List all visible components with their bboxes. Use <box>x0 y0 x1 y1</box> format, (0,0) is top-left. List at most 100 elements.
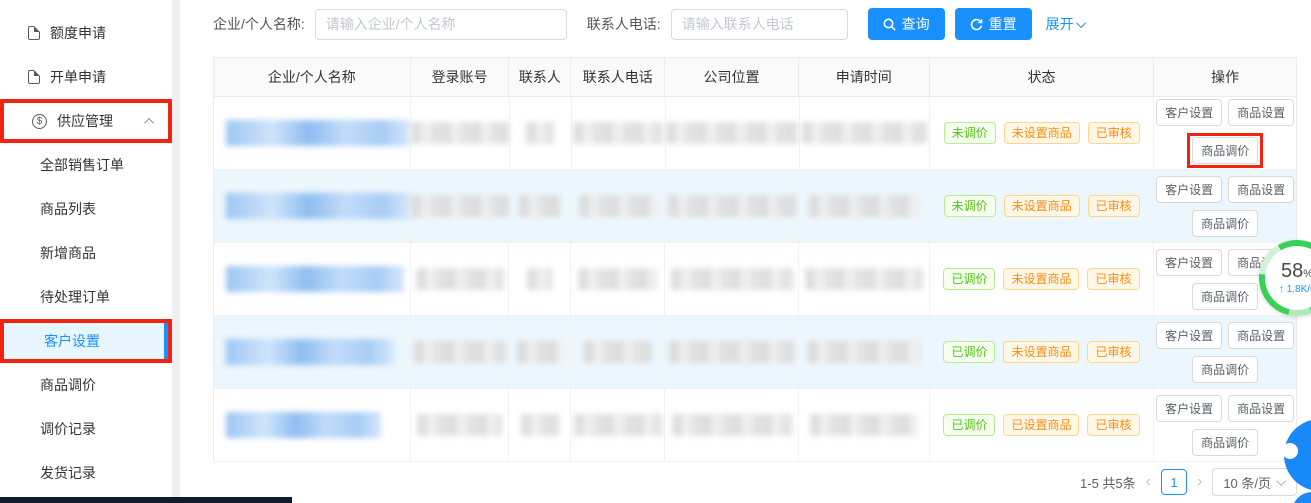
redacted-company-name <box>226 339 394 365</box>
filter-bar: 企业/个人名称: 联系人电话: 查询 重置 展开 <box>213 8 1086 40</box>
sidebar-scrollbar[interactable] <box>172 0 180 497</box>
redacted-company-location <box>668 195 796 217</box>
product-settings-button[interactable]: 商品设置 <box>1228 322 1294 349</box>
sidebar-item-1[interactable]: 开单申请 <box>0 55 172 99</box>
chevron-down-icon <box>1276 476 1286 486</box>
table-row: 已调价已设置商品已审核 客户设置商品设置 商品调价 <box>214 389 1296 462</box>
action-cell: 客户设置商品设置 商品调价 <box>1154 97 1296 169</box>
redacted-login-account <box>411 195 509 217</box>
table-row: 已调价未设置商品已审核 客户设置商品设置 商品调价 <box>214 316 1296 389</box>
product-reprice-button[interactable]: 商品调价 <box>1192 137 1258 164</box>
product-settings-button[interactable]: 商品设置 <box>1228 395 1294 422</box>
status-badge: 未设置商品 <box>1004 122 1080 144</box>
document-icon <box>28 70 40 84</box>
sidebar-item-3[interactable]: 全部销售订单 <box>0 143 172 187</box>
column-header-2: 联系人 <box>509 58 571 96</box>
column-header-7: 操作 <box>1154 58 1296 96</box>
chat-icon <box>1282 443 1298 459</box>
annotation-highlight: 商品调价 <box>1187 133 1263 168</box>
product-settings-button[interactable]: 商品设置 <box>1228 176 1294 203</box>
status-badge: 已调价 <box>943 414 995 436</box>
company-name-input[interactable] <box>315 9 567 40</box>
redacted-contact-phone <box>584 341 652 363</box>
product-reprice-button[interactable]: 商品调价 <box>1192 210 1258 237</box>
product-reprice-button[interactable]: 商品调价 <box>1192 429 1258 456</box>
page-size-value: 10 条/页 <box>1223 473 1271 492</box>
customer-settings-button[interactable]: 客户设置 <box>1156 395 1222 422</box>
table-row: 未调价未设置商品已审核 客户设置商品设置 商品调价 <box>214 170 1296 243</box>
product-reprice-button[interactable]: 商品调价 <box>1192 356 1258 383</box>
column-header-1: 登录账号 <box>411 58 510 96</box>
redacted-apply-time <box>810 414 918 436</box>
sidebar-item-8[interactable]: 商品调价 <box>0 363 172 407</box>
customer-settings-button[interactable]: 客户设置 <box>1156 176 1222 203</box>
speed-rate: 1.8K/s <box>1287 284 1311 295</box>
status-badge: 已审核 <box>1088 195 1140 217</box>
table-row: 未调价未设置商品已审核 客户设置商品设置 商品调价 <box>214 97 1296 170</box>
contact-phone-label: 联系人电话: <box>587 14 661 34</box>
redacted-login-account <box>417 414 502 436</box>
sidebar-item-label: 新增商品 <box>40 243 96 263</box>
status-badge: 已审核 <box>1087 268 1139 290</box>
redacted-contact <box>527 268 552 290</box>
status-cell: 未调价未设置商品已审核 <box>930 97 1154 169</box>
product-reprice-button[interactable]: 商品调价 <box>1192 283 1258 310</box>
redacted-apply-time <box>809 195 919 217</box>
table-row: 已调价未设置商品已审核 客户设置商品设置 商品调价 <box>214 243 1296 316</box>
sidebar-item-0[interactable]: 额度申请 <box>0 11 172 55</box>
redacted-contact <box>519 195 561 217</box>
refresh-icon <box>970 18 983 31</box>
sidebar-item-label: 开单申请 <box>50 67 106 87</box>
company-name-label: 企业/个人名称: <box>213 14 305 34</box>
page-number-button[interactable]: 1 <box>1161 469 1187 495</box>
sidebar-menu: 额度申请 开单申请 $ 供应管理 全部销售订单 商品列表 新增商品 待处理订单 … <box>0 0 172 495</box>
column-header-4: 公司位置 <box>665 58 799 96</box>
customer-settings-button[interactable]: 客户设置 <box>1156 249 1222 276</box>
redacted-contact-phone <box>574 414 662 436</box>
search-icon <box>883 18 896 31</box>
redacted-company-name <box>226 266 404 292</box>
redacted-company-location <box>669 341 794 363</box>
customer-settings-button[interactable]: 客户设置 <box>1156 99 1222 126</box>
column-header-6: 状态 <box>930 58 1155 96</box>
action-cell: 客户设置商品设置 商品调价 <box>1154 170 1296 242</box>
redacted-company-location <box>666 122 799 144</box>
prev-page-button[interactable]: ‹ <box>1146 474 1151 490</box>
status-badge: 已调价 <box>943 268 995 290</box>
network-speed-dial: 58% ↑ 1.8K/s <box>1265 246 1311 310</box>
status-badge: 未设置商品 <box>1003 341 1079 363</box>
sidebar: 额度申请 开单申请 $ 供应管理 全部销售订单 商品列表 新增商品 待处理订单 … <box>0 0 172 497</box>
redacted-contact-phone <box>579 195 657 217</box>
redacted-login-account <box>416 268 504 290</box>
sidebar-item-label: 调价记录 <box>40 419 96 439</box>
money-icon: $ <box>32 114 47 129</box>
table-body: 未调价未设置商品已审核 客户设置商品设置 商品调价 未调价未设置商品已审核 客户… <box>214 97 1296 462</box>
expand-link[interactable]: 展开 <box>1046 14 1086 34</box>
sidebar-item-2[interactable]: $ 供应管理 <box>0 99 172 143</box>
sidebar-item-4[interactable]: 商品列表 <box>0 187 172 231</box>
reset-button-label: 重置 <box>989 14 1017 34</box>
sidebar-item-9[interactable]: 调价记录 <box>0 407 172 451</box>
sidebar-item-label: 发货记录 <box>40 463 96 483</box>
redacted-company-location <box>671 268 793 290</box>
status-badge: 未调价 <box>944 122 996 144</box>
sidebar-item-10[interactable]: 发货记录 <box>0 451 172 495</box>
page-size-select[interactable]: 10 条/页 <box>1212 468 1297 496</box>
status-badge: 未设置商品 <box>1004 195 1080 217</box>
status-cell: 已调价未设置商品已审核 <box>930 243 1155 315</box>
sidebar-item-5[interactable]: 新增商品 <box>0 231 172 275</box>
sidebar-item-6[interactable]: 待处理订单 <box>0 275 172 319</box>
table-header: 企业/个人名称登录账号联系人联系人电话公司位置申请时间状态操作 <box>214 57 1296 97</box>
contact-phone-input[interactable] <box>671 9 848 40</box>
next-page-button[interactable]: › <box>1197 474 1202 490</box>
redacted-apply-time <box>805 268 923 290</box>
search-button[interactable]: 查询 <box>868 8 945 40</box>
product-settings-button[interactable]: 商品设置 <box>1228 99 1294 126</box>
upload-arrow-icon: ↑ <box>1279 284 1284 295</box>
redacted-login-account <box>414 341 506 363</box>
applications-table: 企业/个人名称登录账号联系人联系人电话公司位置申请时间状态操作 未调价未设置商品… <box>213 57 1297 462</box>
status-cell: 未调价未设置商品已审核 <box>930 170 1154 242</box>
sidebar-item-7[interactable]: 客户设置 <box>0 319 172 363</box>
customer-settings-button[interactable]: 客户设置 <box>1156 322 1222 349</box>
reset-button[interactable]: 重置 <box>955 8 1032 40</box>
